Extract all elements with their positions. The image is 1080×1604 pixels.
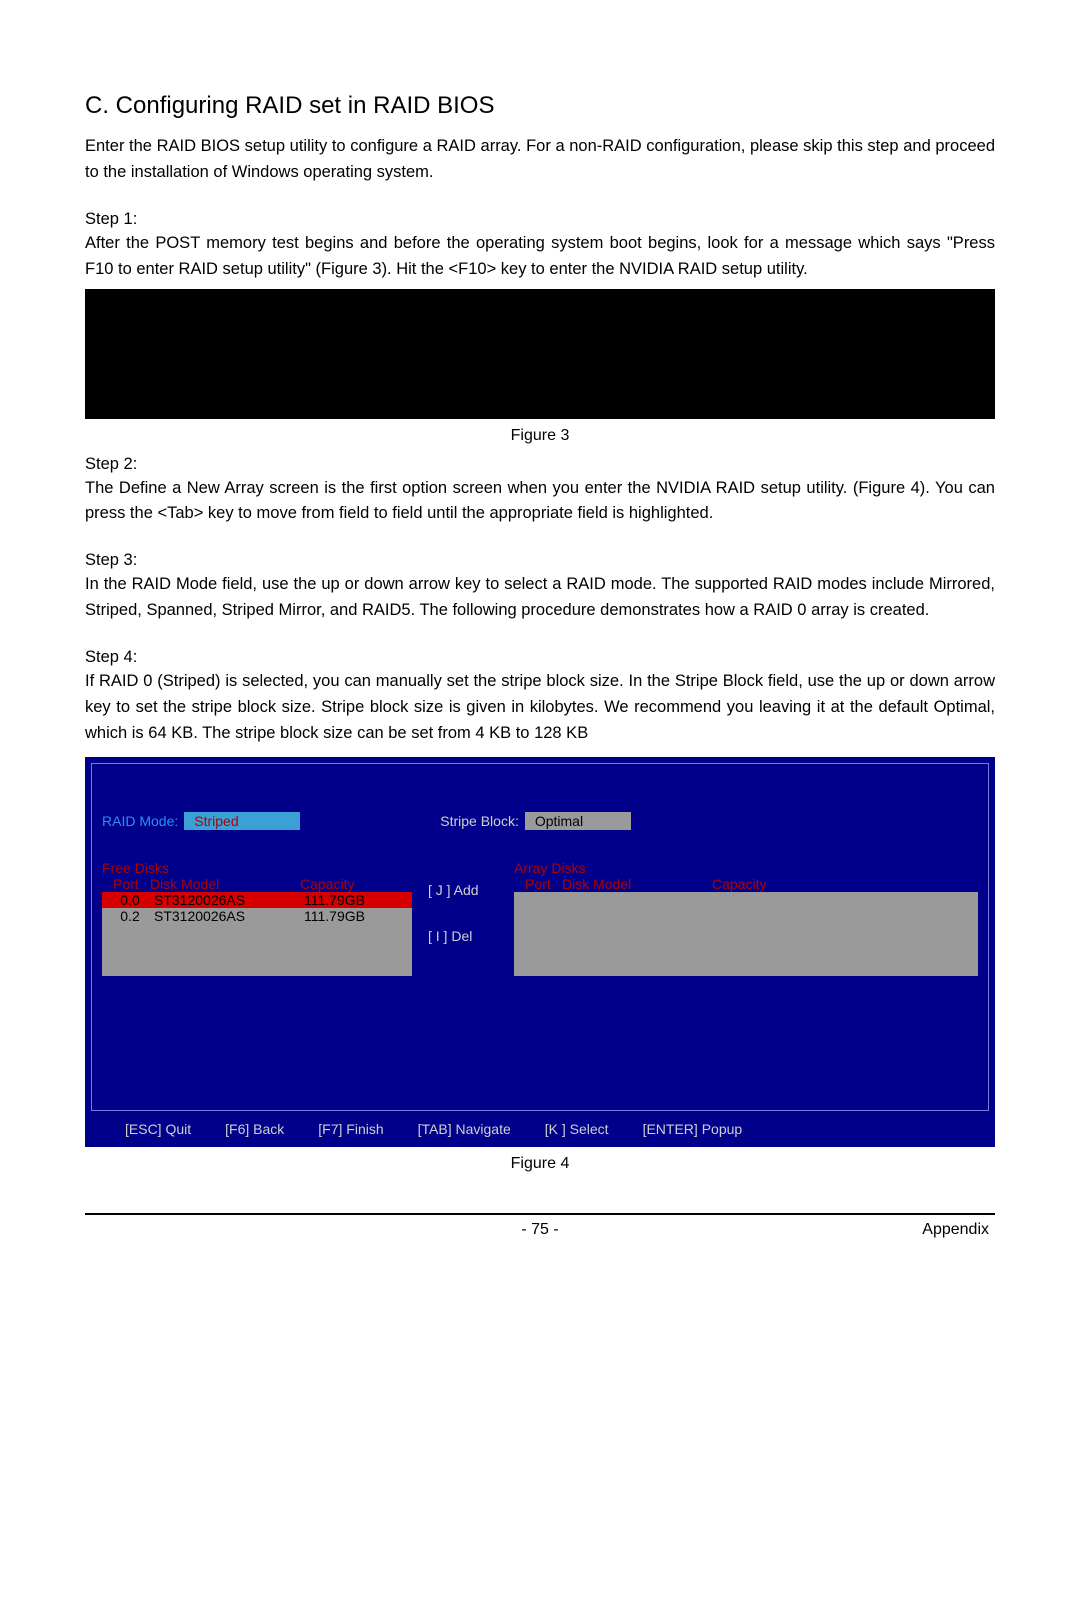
free-disks-label: Free Disks [102,860,412,876]
table-row[interactable]: 0.0 ST3120026AS 111.79GB [102,892,412,908]
raid-mode-field[interactable]: RAID Mode: Striped [102,812,300,830]
cell-capacity: 111.79GB [304,908,404,924]
intro-paragraph: Enter the RAID BIOS setup utility to con… [85,134,995,186]
key-select[interactable]: [K ] Select [545,1121,609,1137]
cell-model: ST3120026AS [154,892,304,908]
col-port: Port [102,876,150,892]
free-disks-headers: Port Disk Model Capacity [102,876,412,892]
stripe-block-value[interactable]: Optimal [525,812,631,830]
col-capacity: Capacity [300,876,400,892]
table-row[interactable]: 0.2 ST3120026AS 111.79GB [102,908,412,924]
key-esc[interactable]: [ESC] Quit [125,1121,191,1137]
cell-capacity: 111.79GB [304,892,404,908]
step3-body: In the RAID Mode field, use the up or do… [85,572,995,624]
array-disks-label: Array Disks [514,860,978,876]
key-f7[interactable]: [F7] Finish [318,1121,383,1137]
step2-bold: Define a New Array [119,479,264,497]
step1-label: Step 1: [85,210,995,229]
figure-4-caption: Figure 4 [85,1155,995,1173]
raid-mode-value[interactable]: Striped [184,812,300,830]
figure-3-placeholder [85,289,995,419]
add-action[interactable]: [ J ] Add [428,882,498,898]
footer-rule [85,1213,995,1215]
del-action[interactable]: [ I ] Del [428,928,498,944]
figure-3-caption: Figure 3 [85,427,995,445]
step4-body: If RAID 0 (Striped) is selected, you can… [85,669,995,747]
step2-body-a: The [85,479,119,497]
cell-port: 0.0 [106,892,154,908]
array-disks-headers: Port Disk Model Capacity [514,876,978,892]
cell-model: ST3120026AS [154,908,304,924]
raid-footer-keys: [ESC] Quit [F6] Back [F7] Finish [TAB] N… [91,1111,989,1141]
step2-body: The Define a New Array screen is the fir… [85,476,995,528]
array-disks-table[interactable] [514,892,978,976]
col-model: Disk Model [150,876,300,892]
step1-body: After the POST memory test begins and be… [85,231,995,283]
col-capacity: Capacity [712,876,812,892]
step3-label: Step 3: [85,551,995,570]
raid-mode-label: RAID Mode: [102,813,178,829]
key-tab[interactable]: [TAB] Navigate [418,1121,511,1137]
stripe-block-field[interactable]: Stripe Block: Optimal [440,812,631,830]
section-title: C. Configuring RAID set in RAID BIOS [85,92,995,120]
cell-port: 0.2 [106,908,154,924]
col-port: Port [514,876,562,892]
key-f6[interactable]: [F6] Back [225,1121,284,1137]
free-disks-table[interactable]: 0.0 ST3120026AS 111.79GB 0.2 ST3120026AS… [102,892,412,976]
appendix-label: Appendix [922,1221,989,1239]
col-model: Disk Model [562,876,712,892]
page-number: - 75 - [521,1221,558,1239]
key-enter[interactable]: [ENTER] Popup [643,1121,743,1137]
page-footer: - 75 - Appendix [85,1221,995,1239]
step4-label: Step 4: [85,648,995,667]
stripe-block-label: Stripe Block: [440,813,519,829]
step2-label: Step 2: [85,455,995,474]
raid-bios-screen: RAID Mode: Striped Stripe Block: Optimal… [85,757,995,1147]
